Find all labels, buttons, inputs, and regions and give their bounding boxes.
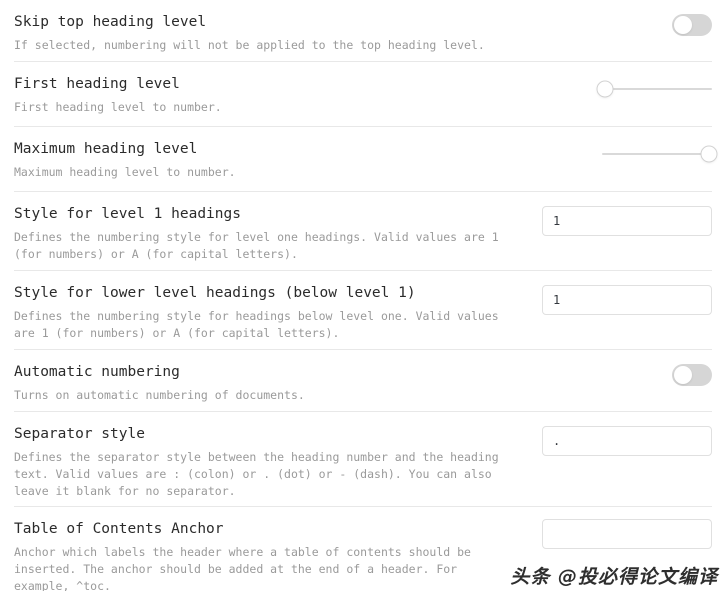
setting-control xyxy=(602,127,718,165)
watermark: 头条 @投必得论文编译 xyxy=(510,566,718,588)
setting-title: Maximum heading level xyxy=(14,141,198,157)
setting-description: Anchor which labels the header where a t… xyxy=(14,545,471,591)
setting-row-separator-style: Separator style Defines the separator st… xyxy=(0,412,726,506)
setting-text-block: Skip top heading level If selected, numb… xyxy=(14,0,485,64)
setting-title: Skip top heading level xyxy=(14,14,207,30)
setting-control xyxy=(672,0,712,36)
setting-title: Separator style xyxy=(14,426,145,442)
toggle-knob-icon xyxy=(674,366,692,384)
slider-track xyxy=(602,153,712,155)
setting-title: First heading level xyxy=(14,76,180,92)
setting-control xyxy=(542,507,712,549)
setting-text-block: Style for lower level headings (below le… xyxy=(14,271,514,352)
setting-description: Defines the separator style between the … xyxy=(14,450,499,498)
slider-first-heading-level[interactable] xyxy=(596,78,712,100)
setting-row-first-heading-level: First heading level First heading level … xyxy=(0,62,726,126)
setting-row-style-level-1: Style for level 1 headings Defines the n… xyxy=(0,192,726,270)
setting-description: First heading level to number. xyxy=(14,100,222,114)
slider-track xyxy=(602,88,712,90)
input-style-lower-levels[interactable] xyxy=(542,285,712,315)
setting-text-block: Table of Contents Anchor Anchor which la… xyxy=(14,507,514,591)
slider-handle[interactable] xyxy=(596,80,614,98)
setting-row-skip-top-heading-level: Skip top heading level If selected, numb… xyxy=(0,0,726,61)
slider-maximum-heading-level[interactable] xyxy=(602,143,718,165)
toggle-knob-icon xyxy=(674,16,692,34)
setting-control xyxy=(542,192,712,236)
toggle-skip-top-heading-level[interactable] xyxy=(672,14,712,36)
setting-text-block: Maximum heading level Maximum heading le… xyxy=(14,127,236,191)
setting-title: Style for lower level headings (below le… xyxy=(14,285,416,301)
setting-description: If selected, numbering will not be appli… xyxy=(14,38,485,52)
setting-title: Automatic numbering xyxy=(14,364,180,380)
setting-title: Style for level 1 headings xyxy=(14,206,241,222)
setting-row-automatic-numbering: Automatic numbering Turns on automatic n… xyxy=(0,350,726,411)
setting-description: Turns on automatic numbering of document… xyxy=(14,388,305,402)
setting-control xyxy=(596,62,712,100)
setting-description: Defines the numbering style for headings… xyxy=(14,309,499,340)
setting-text-block: Automatic numbering Turns on automatic n… xyxy=(14,350,305,414)
slider-handle[interactable] xyxy=(700,145,718,163)
setting-row-maximum-heading-level: Maximum heading level Maximum heading le… xyxy=(0,127,726,191)
settings-panel: Skip top heading level If selected, numb… xyxy=(0,0,726,591)
setting-row-style-lower-levels: Style for lower level headings (below le… xyxy=(0,271,726,349)
setting-text-block: Style for level 1 headings Defines the n… xyxy=(14,192,514,273)
toggle-automatic-numbering[interactable] xyxy=(672,364,712,386)
setting-control xyxy=(672,350,712,386)
setting-description: Maximum heading level to number. xyxy=(14,165,236,179)
input-separator-style[interactable] xyxy=(542,426,712,456)
setting-text-block: Separator style Defines the separator st… xyxy=(14,412,514,510)
setting-text-block: First heading level First heading level … xyxy=(14,62,222,126)
setting-control xyxy=(542,271,712,315)
setting-title: Table of Contents Anchor xyxy=(14,521,224,537)
input-style-level-1[interactable] xyxy=(542,206,712,236)
input-table-of-contents-anchor[interactable] xyxy=(542,519,712,549)
setting-control xyxy=(542,412,712,456)
setting-description: Defines the numbering style for level on… xyxy=(14,230,499,261)
